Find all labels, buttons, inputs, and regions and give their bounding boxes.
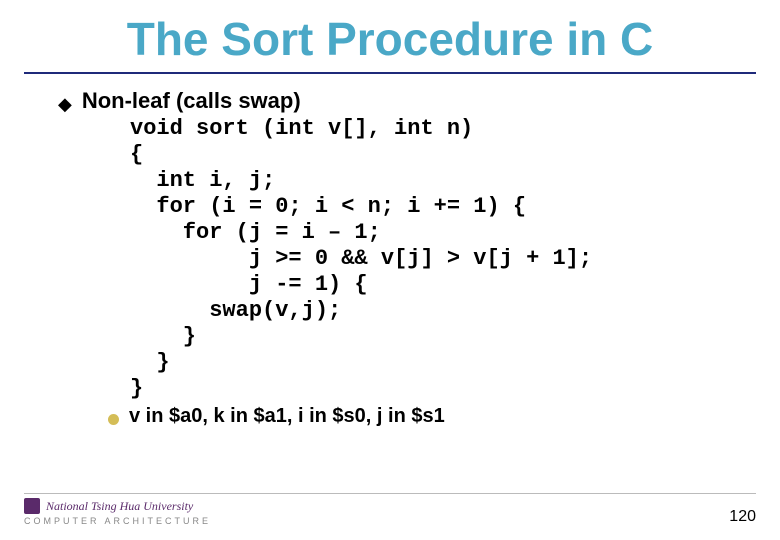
code-line: { <box>130 142 143 167</box>
content-area: ◆ Non-leaf (calls swap) void sort (int v… <box>24 74 756 428</box>
code-line: void sort (int v[], int n) <box>130 116 473 141</box>
code-line: for (j = i – 1; <box>130 220 381 245</box>
code-line: int i, j; <box>130 168 275 193</box>
code-line: } <box>130 324 196 349</box>
sub-bullet-registers: v in $a0, k in $a1, i in $s0, j in $s1 <box>58 405 748 428</box>
university-logo: National Tsing Hua University <box>24 498 211 514</box>
page-number: 120 <box>729 508 756 526</box>
footer-logo-block: National Tsing Hua University COMPUTER A… <box>24 498 211 526</box>
footer: National Tsing Hua University COMPUTER A… <box>24 493 756 526</box>
code-line: for (i = 0; i < n; i += 1) { <box>130 194 526 219</box>
code-line: j -= 1) { <box>130 272 368 297</box>
disc-icon <box>108 414 119 425</box>
slide-title: The Sort Procedure in C <box>24 0 756 74</box>
course-label: COMPUTER ARCHITECTURE <box>24 516 211 526</box>
bullet-nonleaf: ◆ Non-leaf (calls swap) <box>58 88 748 114</box>
code-line: j >= 0 && v[j] > v[j + 1]; <box>130 246 592 271</box>
code-line: swap(v,j); <box>130 298 341 323</box>
slide: The Sort Procedure in C ◆ Non-leaf (call… <box>0 0 780 540</box>
university-mark-icon <box>24 498 40 514</box>
university-name: National Tsing Hua University <box>46 499 193 514</box>
code-block: void sort (int v[], int n) { int i, j; f… <box>58 116 748 401</box>
code-line: } <box>130 350 170 375</box>
bullet-text: Non-leaf (calls swap) <box>82 88 301 114</box>
diamond-icon: ◆ <box>58 95 72 113</box>
code-line: } <box>130 376 143 401</box>
sub-bullet-text: v in $a0, k in $a1, i in $s0, j in $s1 <box>129 405 445 428</box>
